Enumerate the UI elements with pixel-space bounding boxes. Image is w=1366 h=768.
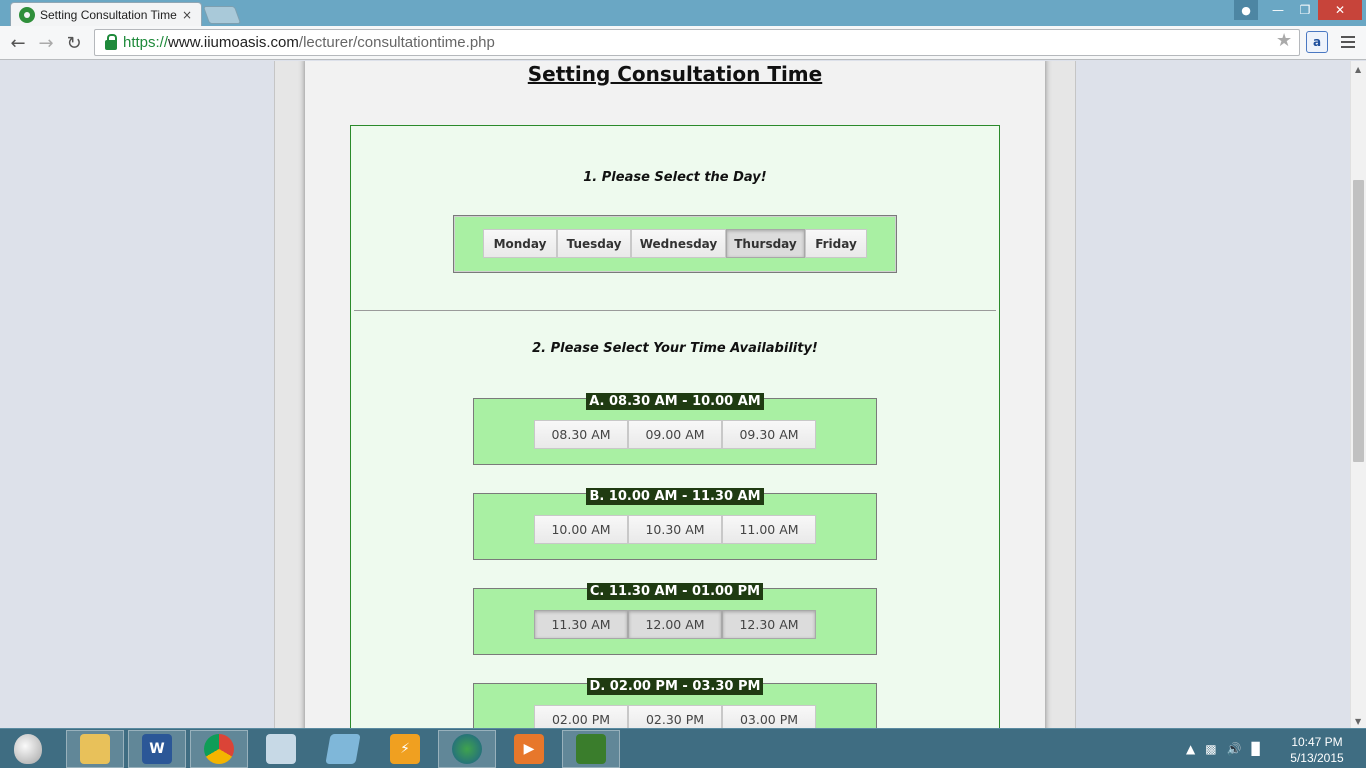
slot-group-d: D. 02.00 PM - 03.30 PM 02.00 PM 02.30 PM… — [473, 678, 877, 728]
time-slot-button[interactable]: 12.00 AM — [628, 610, 722, 639]
time-slot-button[interactable]: 10.00 AM — [534, 515, 628, 544]
day-button-thursday[interactable]: Thursday — [726, 229, 805, 258]
show-hidden-icons-icon[interactable]: ▲ — [1186, 742, 1195, 756]
minimize-window-button[interactable]: — — [1264, 0, 1292, 20]
taskbar: W ⚡ ▶ ▲ ▩ 🔊 ▉ 10:47 PM 5/13/2015 — [0, 728, 1366, 768]
volume-icon[interactable]: 🔊 — [1227, 742, 1242, 756]
play-icon: ▶ — [514, 734, 544, 764]
extension-icon[interactable]: a — [1306, 31, 1328, 53]
browser-titlebar: Setting Consultation Time × ● — ❐ ✕ — [0, 0, 1366, 26]
taskbar-media-player[interactable]: ▶ — [500, 730, 558, 768]
word-icon: W — [142, 734, 172, 764]
taskbar-notepad[interactable] — [314, 730, 372, 768]
time-slot-button[interactable]: 02.00 PM — [534, 705, 628, 728]
browser-tab[interactable]: Setting Consultation Time × — [10, 2, 202, 26]
menu-icon[interactable] — [1338, 31, 1358, 53]
user-profile-icon[interactable]: ● — [1234, 0, 1258, 20]
lightning-icon: ⚡ — [390, 734, 420, 764]
time-slot-button[interactable]: 12.30 AM — [722, 610, 816, 639]
url-scheme: https:// — [123, 34, 169, 51]
slot-group-legend: D. 02.00 PM - 03.30 PM — [586, 678, 764, 695]
slot-group-legend: C. 11.30 AM - 01.00 PM — [586, 583, 764, 600]
paint-palette-icon — [266, 734, 296, 764]
reload-icon[interactable]: ↻ — [62, 31, 86, 55]
time-slot-button[interactable]: 09.30 AM — [722, 420, 816, 449]
taskbar-video-editor[interactable] — [562, 730, 620, 768]
browser-toolbar: ← → ↻ https:// www.iiumoasis.com /lectur… — [0, 26, 1366, 60]
clock-date: 5/13/2015 — [1290, 751, 1344, 765]
clock-time: 10:47 PM — [1291, 735, 1343, 749]
content-wrapper: Setting Consultation Time 1. Please Sele… — [274, 61, 1076, 728]
time-slot-button[interactable]: 09.00 AM — [628, 420, 722, 449]
time-slot-button[interactable]: 10.30 AM — [628, 515, 722, 544]
taskbar-winamp[interactable]: ⚡ — [376, 730, 434, 768]
scroll-down-icon[interactable]: ▼ — [1355, 717, 1361, 726]
time-slot-button[interactable]: 08.30 AM — [534, 420, 628, 449]
day-selector: Monday Tuesday Wednesday Thursday Friday — [453, 215, 897, 273]
system-tray: ▲ ▩ 🔊 ▉ — [1186, 735, 1261, 763]
new-tab-button[interactable] — [202, 6, 242, 24]
content-panel: Setting Consultation Time 1. Please Sele… — [305, 61, 1045, 728]
day-button-tuesday[interactable]: Tuesday — [557, 229, 631, 258]
time-slot-button[interactable]: 11.00 AM — [722, 515, 816, 544]
globe-download-icon — [452, 734, 482, 764]
day-button-friday[interactable]: Friday — [805, 229, 867, 258]
network-signal-icon[interactable]: ▉ — [1252, 742, 1261, 756]
site-favicon-icon — [19, 6, 35, 23]
lock-icon — [105, 33, 117, 50]
page-title: Setting Consultation Time — [527, 62, 823, 86]
slot-group-b: B. 10.00 AM - 11.30 AM 10.00 AM 10.30 AM… — [473, 488, 877, 560]
step2-label: 2. Please Select Your Time Availability! — [532, 341, 818, 356]
folder-icon — [80, 734, 110, 764]
scroll-thumb[interactable] — [1353, 180, 1364, 462]
clapperboard-icon — [576, 734, 606, 764]
step1-label: 1. Please Select the Day! — [583, 170, 767, 185]
taskbar-internet-download-manager[interactable] — [438, 730, 496, 768]
back-arrow-icon[interactable]: ← — [6, 31, 30, 55]
slot-buttons: 08.30 AM 09.00 AM 09.30 AM — [534, 420, 816, 449]
day-button-monday[interactable]: Monday — [483, 229, 557, 258]
slot-group-a: A. 08.30 AM - 10.00 AM 08.30 AM 09.00 AM… — [473, 393, 877, 465]
slot-buttons: 10.00 AM 10.30 AM 11.00 AM — [534, 515, 816, 544]
slot-group-legend: A. 08.30 AM - 10.00 AM — [586, 393, 764, 410]
tab-title: Setting Consultation Time — [40, 7, 177, 22]
restore-window-button[interactable]: ❐ — [1292, 0, 1318, 20]
taskbar-file-explorer[interactable] — [66, 730, 124, 768]
notepad-icon — [325, 734, 361, 764]
time-slot-button[interactable]: 11.30 AM — [534, 610, 628, 639]
system-clock[interactable]: 10:47 PM 5/13/2015 — [1280, 734, 1354, 766]
scroll-up-icon[interactable]: ▲ — [1355, 65, 1361, 74]
vertical-scrollbar[interactable]: ▲ ▼ — [1350, 61, 1366, 728]
close-window-button[interactable]: ✕ — [1318, 0, 1362, 20]
device-icon[interactable]: ▩ — [1205, 742, 1216, 756]
start-button[interactable] — [8, 731, 48, 767]
address-bar[interactable]: https:// www.iiumoasis.com /lecturer/con… — [94, 29, 1300, 56]
slot-buttons: 11.30 AM 12.00 AM 12.30 AM — [534, 610, 816, 639]
tab-close-icon[interactable]: × — [179, 8, 195, 22]
section-divider — [354, 310, 996, 311]
url-path: /lecturer/consultationtime.php — [298, 34, 495, 51]
taskbar-paint[interactable] — [252, 730, 310, 768]
consultation-form: 1. Please Select the Day! Monday Tuesday… — [350, 125, 1000, 728]
forward-arrow-icon[interactable]: → — [34, 31, 58, 55]
slot-buttons: 02.00 PM 02.30 PM 03.00 PM — [534, 705, 816, 728]
slot-group-c: C. 11.30 AM - 01.00 PM 11.30 AM 12.00 AM… — [473, 583, 877, 655]
chrome-icon — [204, 734, 234, 764]
day-button-group: Monday Tuesday Wednesday Thursday Friday — [483, 229, 867, 258]
day-button-wednesday[interactable]: Wednesday — [631, 229, 726, 258]
page-viewport: Setting Consultation Time 1. Please Sele… — [0, 61, 1350, 728]
time-slot-button[interactable]: 03.00 PM — [722, 705, 816, 728]
apple-logo-icon — [14, 734, 42, 764]
taskbar-word[interactable]: W — [128, 730, 186, 768]
slot-group-legend: B. 10.00 AM - 11.30 AM — [586, 488, 764, 505]
time-slot-button[interactable]: 02.30 PM — [628, 705, 722, 728]
taskbar-chrome[interactable] — [190, 730, 248, 768]
url-host: www.iiumoasis.com — [168, 34, 299, 51]
star-icon[interactable]: ★ — [1276, 30, 1292, 51]
